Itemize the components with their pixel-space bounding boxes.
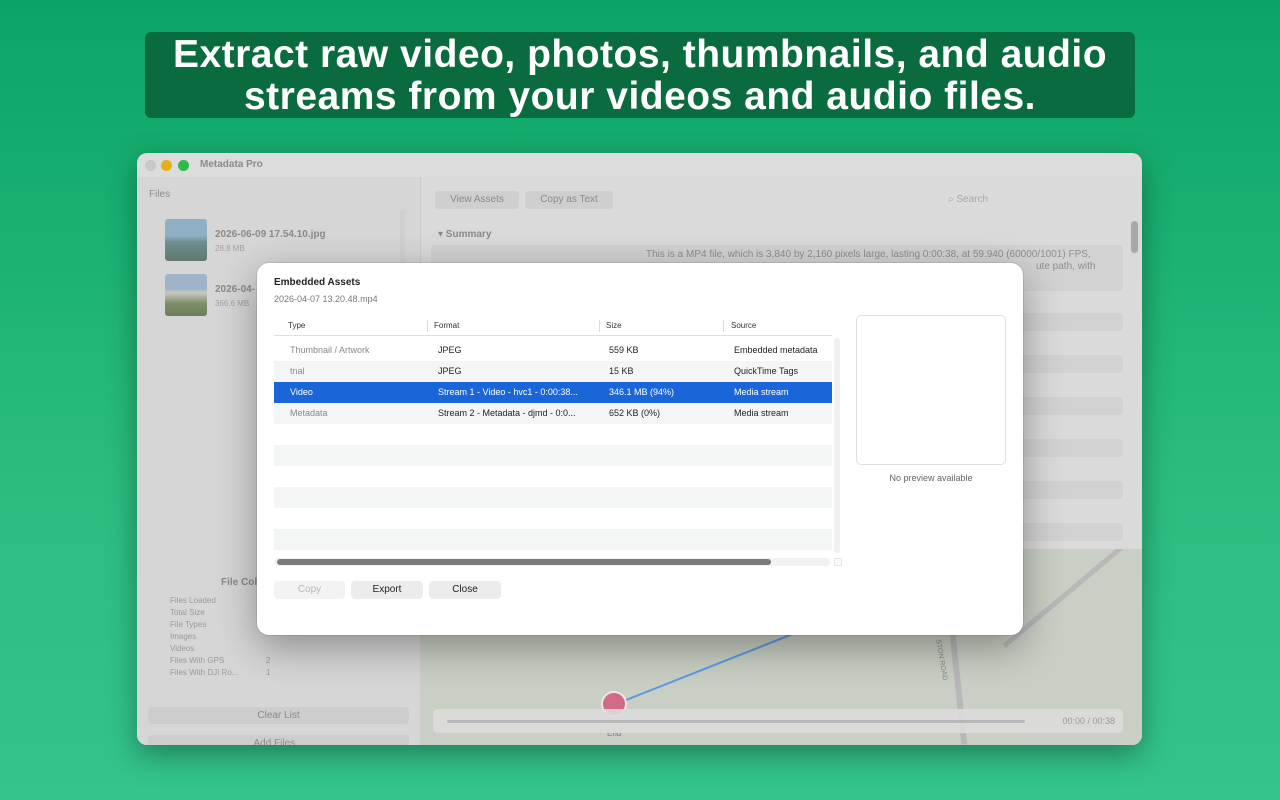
cell-type: Thumbnail / Artwork [290,345,370,355]
timeline-track[interactable] [447,720,1025,723]
stat-value: 1 [266,668,271,677]
table-vertical-scrollbar[interactable] [834,338,840,553]
file-thumbnail [165,274,207,316]
cell-source: Media stream [734,387,789,397]
stat-label: Videos [170,644,195,653]
horizontal-scroll-thumb[interactable] [277,559,771,565]
file-name: 2026-04- [215,284,256,295]
summary-line-1: This is a MP4 file, which is 3,840 by 2,… [646,249,1091,260]
column-divider[interactable] [723,320,724,332]
file-size: 366.6 MB [215,299,250,308]
scroll-corner [834,558,842,566]
cell-type: tnal [290,366,305,376]
cell-type: Video [290,387,313,397]
cell-size: 346.1 MB (94%) [609,387,675,397]
clear-list-button[interactable]: Clear List [148,707,409,724]
empty-row [274,445,832,466]
preview-label: No preview available [889,473,973,483]
cell-size: 652 KB (0%) [609,408,661,418]
cell-size: 15 KB [609,366,634,376]
stat-label: Total Size [170,608,205,617]
cell-format: JPEG [438,366,462,376]
cell-format: JPEG [438,345,462,355]
table-row[interactable]: tnal JPEG 15 KB QuickTime Tags [274,361,832,382]
files-section-label: Files [149,189,171,200]
stat-label: Files With DJI Ro... [170,668,239,677]
cell-type: Metadata [290,408,328,418]
column-header-source[interactable]: Source [731,321,756,330]
stat-label: File Types [170,620,207,629]
cell-format: Stream 1 - Video - hvc1 - 0:00:38... [438,387,578,397]
title-bar: Metadata Pro [137,153,1142,177]
playback-time: 00:00 / 00:38 [1062,716,1115,726]
table-row[interactable]: Metadata Stream 2 - Metadata - djmd - 0:… [274,403,832,424]
window-title: Metadata Pro [200,159,263,170]
table-header: Type Format Size Source [274,318,832,336]
dialog-title: Embedded Assets [274,277,361,288]
column-header-type[interactable]: Type [288,321,305,330]
file-name: 2026-06-09 17.54.10.jpg [215,229,326,240]
file-size: 28.8 MB [215,244,245,253]
cell-source: Embedded metadata [734,345,818,355]
table-row-selected[interactable]: Video Stream 1 - Video - hvc1 - 0:00:38.… [274,382,832,403]
summary-line-2: ute path, with [1036,261,1096,272]
search-placeholder: Search [956,194,989,205]
file-list-item[interactable]: 2026-06-09 17.54.10.jpg 28.8 MB [165,219,385,261]
banner-line-2: streams from your videos and audio files… [243,75,1037,118]
file-thumbnail [165,219,207,261]
detail-scrollbar[interactable] [1131,221,1138,253]
search-icon: ⌕ [948,194,954,205]
promo-banner: Extract raw video, photos, thumbnails, a… [145,32,1135,118]
column-header-format[interactable]: Format [434,321,459,330]
empty-row [274,529,832,550]
copy-button[interactable]: Copy [274,581,345,599]
cell-format: Stream 2 - Metadata - djmd - 0:0... [438,408,576,418]
assets-table: Type Format Size Source Thumbnail / Artw… [274,318,832,568]
copy-as-text-button[interactable]: Copy as Text [525,191,613,209]
banner-line-1: Extract raw video, photos, thumbnails, a… [172,33,1108,76]
close-button[interactable]: Close [429,581,501,599]
cell-source: Media stream [734,408,789,418]
view-assets-button[interactable]: View Assets [435,191,519,209]
minimize-window-button[interactable] [161,160,172,171]
stat-value: 2 [266,656,271,665]
dialog-subtitle: 2026-04-07 13.20.48.mp4 [274,294,378,304]
embedded-assets-dialog: Embedded Assets 2026-04-07 13.20.48.mp4 … [257,263,1023,635]
stats-title: File Col [221,577,258,588]
stat-label: Images [170,632,197,641]
playback-timeline[interactable]: 00:00 / 00:38 [433,709,1123,733]
summary-disclosure[interactable]: ▾ Summary [438,229,491,240]
close-window-button[interactable] [145,160,156,171]
column-divider[interactable] [599,320,600,332]
export-button[interactable]: Export [351,581,423,599]
stat-label: Files With GPS [170,656,225,665]
column-header-size[interactable]: Size [606,321,622,330]
empty-row [274,487,832,508]
cell-size: 559 KB [609,345,639,355]
column-divider[interactable] [427,320,428,332]
asset-preview [856,315,1006,465]
cell-source: QuickTime Tags [734,366,799,376]
table-row[interactable]: Thumbnail / Artwork JPEG 559 KB Embedded… [274,340,832,361]
search-field[interactable]: ⌕ Search [948,194,988,205]
stat-label: Files Loaded [170,596,216,605]
zoom-window-button[interactable] [178,160,189,171]
add-files-button[interactable]: Add Files... [148,735,409,745]
